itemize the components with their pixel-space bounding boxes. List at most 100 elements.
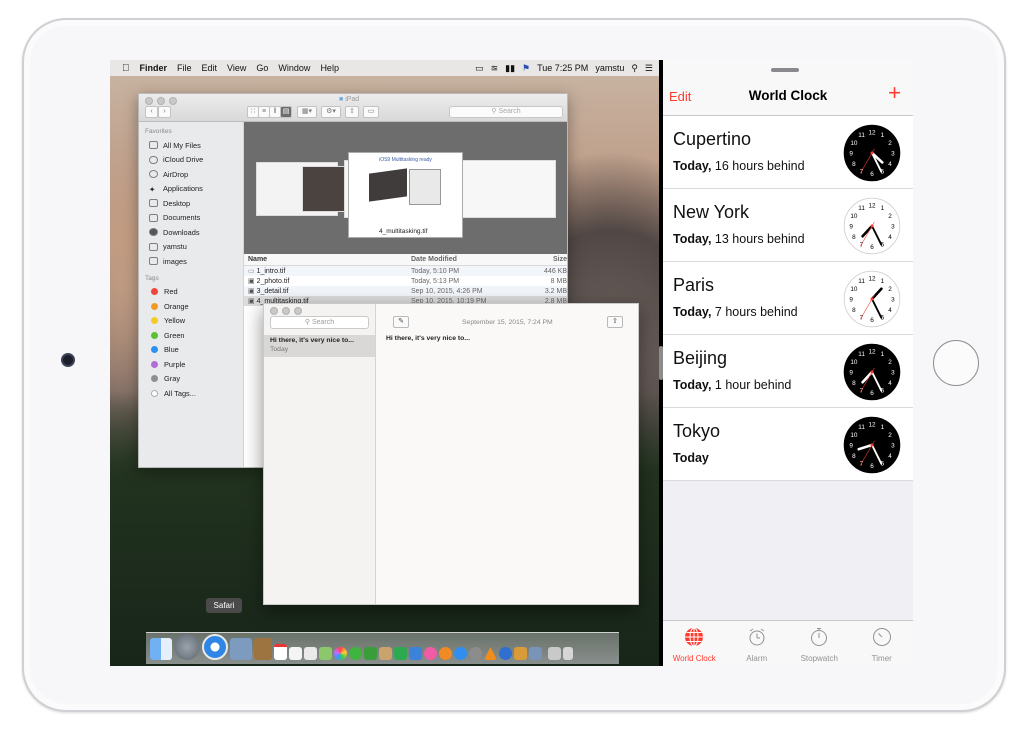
share-button[interactable]: ⇧ bbox=[345, 106, 359, 118]
finder-search-input[interactable]: ⚲ Search bbox=[449, 106, 563, 118]
sidebar-item-desktop[interactable]: Desktop bbox=[139, 196, 243, 211]
clock-row-cupertino[interactable]: Cupertino Today, 16 hours behind 1234567… bbox=[663, 116, 913, 189]
slide-over-grabber[interactable] bbox=[771, 68, 799, 72]
app-store-dock-icon[interactable] bbox=[454, 647, 467, 660]
clock-numeral: 2 bbox=[888, 359, 892, 366]
table-row[interactable]: ▭ 1_intro.tif Today, 5:10 PM 446 KB bbox=[244, 266, 567, 276]
tab-alarm[interactable]: Alarm bbox=[726, 621, 789, 666]
sidebar-tag-blue[interactable]: Blue bbox=[139, 343, 243, 358]
menubar-clock[interactable]: Tue 7:25 PM bbox=[537, 63, 588, 73]
sidebar-tag-orange[interactable]: Orange bbox=[139, 299, 243, 314]
minimize-button[interactable] bbox=[157, 97, 165, 105]
sidebar-item-airdrop[interactable]: AirDrop bbox=[139, 167, 243, 182]
facetime-dock-icon[interactable] bbox=[364, 647, 377, 660]
itunes-dock-icon[interactable] bbox=[424, 647, 437, 660]
numbers-dock-icon[interactable] bbox=[394, 647, 407, 660]
textedit-dock-icon[interactable] bbox=[304, 647, 317, 660]
tab-timer[interactable]: Timer bbox=[851, 621, 914, 666]
forward-button[interactable]: › bbox=[158, 106, 171, 118]
slide-thumbnail[interactable] bbox=[454, 160, 556, 218]
notes-search-input[interactable]: ⚲ Search bbox=[270, 316, 369, 329]
clock-row-paris[interactable]: Paris Today, 7 hours behind 1 2 3 4 5 6 7 8 9 10 1… bbox=[663, 262, 913, 335]
back-button[interactable]: ‹ bbox=[145, 106, 158, 118]
column-size[interactable]: Size bbox=[521, 256, 567, 263]
note-body[interactable]: Hi there, it's very nice to... bbox=[386, 335, 470, 342]
tab-stopwatch[interactable]: Stopwatch bbox=[788, 621, 851, 666]
maps-dock-icon[interactable] bbox=[319, 647, 332, 660]
view-coverflow-button[interactable]: ▤ bbox=[280, 106, 292, 118]
column-name[interactable]: Name bbox=[244, 256, 411, 263]
system-preferences-dock-icon[interactable] bbox=[469, 647, 482, 660]
close-button[interactable] bbox=[270, 307, 278, 315]
arrange-button[interactable]: ▦▾ bbox=[297, 106, 317, 118]
share-icon[interactable]: ⇧ bbox=[607, 316, 623, 328]
menu-edit[interactable]: Edit bbox=[202, 63, 218, 73]
add-city-button[interactable]: + bbox=[888, 80, 901, 106]
table-row[interactable]: ▣ 2_photo.tif Today, 5:13 PM 8 MB bbox=[244, 276, 567, 286]
sidebar-item-applications[interactable]: ✦ Applications bbox=[139, 182, 243, 197]
sidebar-item-home[interactable]: yamstu bbox=[139, 240, 243, 255]
airplay-icon[interactable]: ▭ bbox=[475, 63, 484, 74]
trash-dock-icon[interactable] bbox=[563, 647, 573, 660]
utility-dock-icon[interactable] bbox=[514, 647, 527, 660]
clock-row-tokyo[interactable]: Tokyo Today 1 2 3 4 5 6 7 8 9 10 11 12 bbox=[663, 408, 913, 481]
ibooks-dock-icon[interactable] bbox=[439, 647, 452, 660]
menubar-user[interactable]: yamstu bbox=[595, 63, 624, 73]
clock-row-beijing[interactable]: Beijing Today, 1 hour behind 1 2 3 4 5 6 7 8 9 10… bbox=[663, 335, 913, 408]
sidebar-tag-green[interactable]: Green bbox=[139, 328, 243, 343]
list-item[interactable]: Hi there, it's very nice to... Today bbox=[264, 335, 375, 357]
vlc-dock-icon[interactable] bbox=[484, 647, 497, 660]
sidebar-item-images[interactable]: images bbox=[139, 254, 243, 269]
sidebar-item-icloud-drive[interactable]: iCloud Drive bbox=[139, 153, 243, 168]
clock-row-new-york[interactable]: New York Today, 13 hours behind 12345678… bbox=[663, 189, 913, 262]
edit-button[interactable]: Edit bbox=[669, 89, 691, 104]
safari-dock-icon[interactable] bbox=[202, 634, 228, 660]
menu-finder[interactable]: Finder bbox=[140, 63, 168, 73]
keynote-dock-icon[interactable] bbox=[409, 647, 422, 660]
clock-numeral: 4 bbox=[888, 453, 892, 460]
notes-dock-icon[interactable] bbox=[254, 638, 272, 660]
apple-menu-icon[interactable]:  bbox=[122, 63, 130, 74]
wifi-icon[interactable]: ≊ bbox=[491, 63, 499, 74]
flag-icon[interactable]: ⚑ bbox=[522, 63, 530, 74]
notification-center-icon[interactable]: ☰ bbox=[645, 63, 653, 74]
info-dock-icon[interactable] bbox=[499, 647, 512, 660]
sidebar-item-all-my-files[interactable]: All My Files bbox=[139, 138, 243, 153]
photos-dock-icon[interactable] bbox=[334, 647, 347, 660]
messages-dock-icon[interactable] bbox=[349, 647, 362, 660]
sidebar-tag-yellow[interactable]: Yellow bbox=[139, 314, 243, 329]
sidebar-tag-purple[interactable]: Purple bbox=[139, 357, 243, 372]
minimize-button[interactable] bbox=[282, 307, 290, 315]
calendar-dock-icon[interactable] bbox=[274, 644, 287, 660]
close-button[interactable] bbox=[145, 97, 153, 105]
menu-window[interactable]: Window bbox=[278, 63, 310, 73]
table-row[interactable]: ▣ 3_detail.tif Sep 10, 2015, 4:26 PM 3.2… bbox=[244, 286, 567, 296]
downloads-stack-dock-icon[interactable] bbox=[548, 647, 561, 660]
tags-button[interactable]: ▭ bbox=[363, 106, 379, 118]
launchpad-dock-icon[interactable] bbox=[174, 634, 200, 660]
menu-view[interactable]: View bbox=[227, 63, 246, 73]
sidebar-tag-red[interactable]: Red bbox=[139, 285, 243, 300]
action-gear-button[interactable]: ⚙▾ bbox=[321, 106, 341, 118]
home-button[interactable] bbox=[933, 340, 979, 386]
compose-note-button[interactable]: ✎ bbox=[393, 316, 409, 328]
selected-slide-preview[interactable]: iOS9 Multitasking ready 4_multitasking.t… bbox=[348, 152, 463, 238]
column-date-modified[interactable]: Date Modified bbox=[411, 256, 521, 263]
sidebar-tag-gray[interactable]: Gray bbox=[139, 372, 243, 387]
battery-icon[interactable]: ▮▮ bbox=[505, 63, 515, 74]
menu-file[interactable]: File bbox=[177, 63, 192, 73]
finder-dock-icon[interactable] bbox=[150, 638, 172, 660]
preview-dock-icon[interactable] bbox=[230, 638, 252, 660]
menu-go[interactable]: Go bbox=[256, 63, 268, 73]
sidebar-tag-all[interactable]: All Tags... bbox=[139, 386, 243, 401]
zoom-button[interactable] bbox=[169, 97, 177, 105]
menu-help[interactable]: Help bbox=[320, 63, 339, 73]
reminders-dock-icon[interactable] bbox=[289, 647, 302, 660]
contacts-dock-icon[interactable] bbox=[379, 647, 392, 660]
sidebar-item-documents[interactable]: Documents bbox=[139, 211, 243, 226]
tab-world-clock[interactable]: World Clock bbox=[663, 621, 726, 666]
spotlight-icon[interactable]: ⚲ bbox=[631, 63, 638, 74]
scanner-dock-icon[interactable] bbox=[529, 647, 542, 660]
zoom-button[interactable] bbox=[294, 307, 302, 315]
sidebar-item-downloads[interactable]: Downloads bbox=[139, 225, 243, 240]
